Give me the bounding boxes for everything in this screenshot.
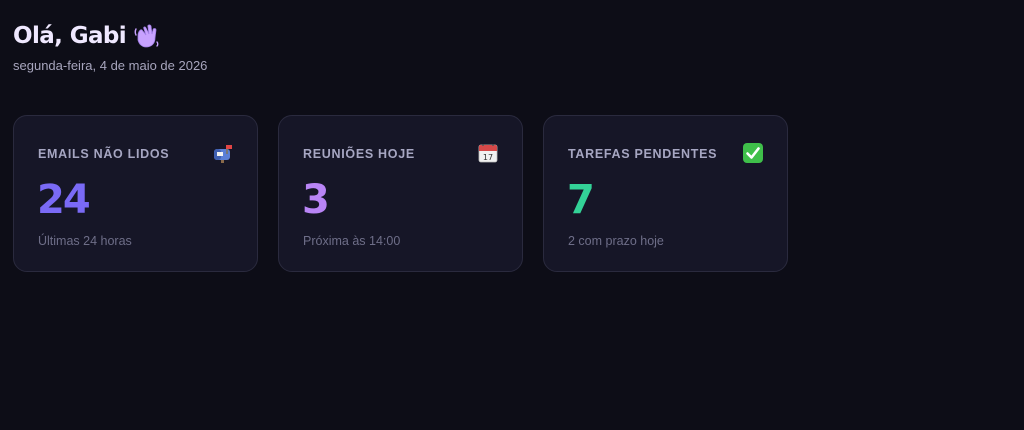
greeting-title: Olá, Gabi <box>13 23 127 49</box>
meetings-today-card[interactable]: REUNIÕES HOJE 17 3 Próxima às 14:00 <box>278 115 523 272</box>
pending-tasks-card[interactable]: TAREFAS PENDENTES 7 2 com prazo hoje <box>543 115 788 272</box>
greeting-header: Olá, Gabi <box>13 20 1010 52</box>
card-subtitle: 2 com prazo hoje <box>568 234 664 248</box>
card-label: EMAILS NÃO LIDOS <box>38 147 170 161</box>
dashboard-page: Olá, Gabi segunda-feira, 4 de maio de 20… <box>0 0 1024 430</box>
calendar-icon: 17 <box>477 142 499 164</box>
card-label: REUNIÕES HOJE <box>303 147 415 161</box>
card-value: 3 <box>302 177 330 223</box>
svg-text:17: 17 <box>483 153 493 162</box>
card-subtitle: Últimas 24 horas <box>38 234 132 248</box>
summary-cards: EMAILS NÃO LIDOS 24 Últimas 24 horas REU… <box>13 115 1010 272</box>
card-label: TAREFAS PENDENTES <box>568 147 718 161</box>
card-subtitle: Próxima às 14:00 <box>303 234 401 248</box>
current-date: segunda-feira, 4 de maio de 2026 <box>13 58 208 73</box>
check-mark-icon <box>742 142 764 164</box>
unread-emails-card[interactable]: EMAILS NÃO LIDOS 24 Últimas 24 horas <box>13 115 258 272</box>
mailbox-icon <box>212 142 234 164</box>
card-value: 24 <box>37 177 91 223</box>
card-value: 7 <box>567 177 595 223</box>
waving-hand-icon <box>132 22 160 50</box>
